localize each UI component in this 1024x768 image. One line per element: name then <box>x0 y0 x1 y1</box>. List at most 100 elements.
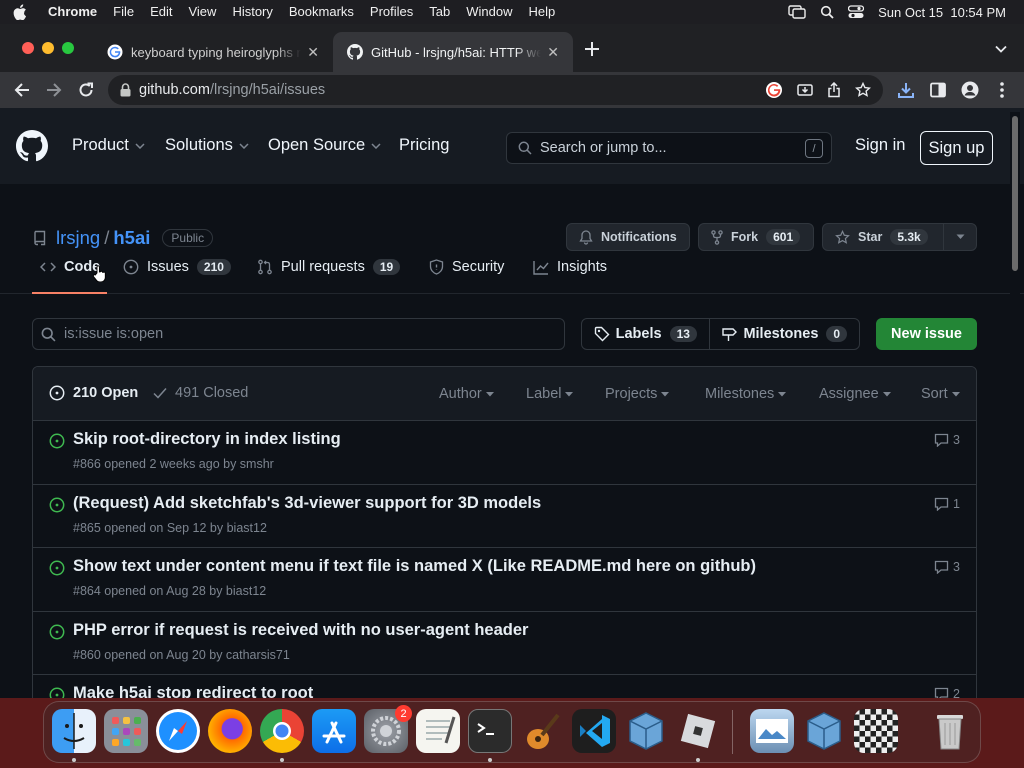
chess-icon[interactable] <box>854 709 898 753</box>
filter-milestones[interactable]: Milestones <box>705 386 787 402</box>
roblox-icon[interactable] <box>676 709 720 753</box>
textedit-icon[interactable] <box>416 709 460 753</box>
issue-filter-input[interactable]: is:issue is:open <box>32 318 565 350</box>
close-tab-icon[interactable]: ✕ <box>307 44 319 61</box>
trash-icon[interactable] <box>928 709 972 753</box>
star-button[interactable]: Star 5.3k <box>822 223 977 251</box>
finder-icon[interactable] <box>52 709 96 753</box>
spotlight-search-icon[interactable] <box>820 5 834 19</box>
issue-title-link[interactable]: Make h5ai stop redirect to root <box>73 684 313 698</box>
nav-solutions[interactable]: Solutions <box>165 136 249 155</box>
browser-tab-active[interactable]: GitHub - lrsjng/h5ai: HTTP web ✕ <box>333 32 573 72</box>
menubar-app-name[interactable]: Chrome <box>40 0 105 24</box>
sign-up-button[interactable]: Sign up <box>920 131 993 165</box>
new-issue-button[interactable]: New issue <box>876 318 977 350</box>
firefox-icon[interactable] <box>208 709 252 753</box>
close-window-button[interactable] <box>22 42 34 54</box>
virtualbox-icon[interactable] <box>624 709 668 753</box>
menu-window[interactable]: Window <box>458 0 520 24</box>
filter-label[interactable]: Label <box>526 386 574 402</box>
reload-icon[interactable] <box>76 80 96 100</box>
issue-row[interactable]: Skip root-directory in index listing #86… <box>33 421 976 485</box>
vscode-icon[interactable] <box>572 709 616 753</box>
nav-open-source[interactable]: Open Source <box>268 136 381 155</box>
comments-link[interactable]: 3 <box>934 560 960 574</box>
apple-icon[interactable] <box>0 4 40 20</box>
install-app-icon[interactable] <box>797 82 813 98</box>
close-tab-icon[interactable]: ✕ <box>547 44 559 61</box>
closed-issues-filter[interactable]: 491 Closed <box>153 385 248 401</box>
menu-tab[interactable]: Tab <box>421 0 458 24</box>
repo-owner-link[interactable]: lrsjng <box>56 227 100 249</box>
open-issues-filter[interactable]: 210 Open <box>49 385 138 401</box>
comments-link[interactable]: 2 <box>934 687 960 698</box>
triangle-down-icon[interactable] <box>956 234 965 240</box>
issue-row[interactable]: Make h5ai stop redirect to root 2 <box>33 675 976 698</box>
tab-insights[interactable]: Insights <box>533 259 607 275</box>
fork-button[interactable]: Fork 601 <box>698 223 814 251</box>
issue-title-link[interactable]: PHP error if request is received with no… <box>73 621 528 640</box>
control-center-icon[interactable] <box>848 5 865 19</box>
comments-link[interactable]: 3 <box>934 433 960 447</box>
issue-title-link[interactable]: Skip root-directory in index listing <box>73 430 341 449</box>
side-panel-icon[interactable] <box>928 80 948 100</box>
terminal-icon[interactable] <box>468 709 512 753</box>
milestones-button[interactable]: Milestones 0 <box>710 319 859 349</box>
profile-avatar-icon[interactable] <box>960 80 980 100</box>
notifications-button[interactable]: Notifications <box>566 223 690 251</box>
search-input[interactable]: Search or jump to... / <box>506 132 832 164</box>
garageband-icon[interactable] <box>520 709 564 753</box>
tab-security[interactable]: Security <box>429 259 504 275</box>
downloads-icon[interactable] <box>896 80 916 100</box>
address-bar[interactable]: github.com/lrsjng/h5ai/issues <box>108 75 883 105</box>
zoom-window-button[interactable] <box>62 42 74 54</box>
menu-help[interactable]: Help <box>521 0 564 24</box>
menu-history[interactable]: History <box>224 0 280 24</box>
menu-edit[interactable]: Edit <box>142 0 180 24</box>
tab-search-chevron-icon[interactable] <box>995 45 1007 53</box>
menu-view[interactable]: View <box>180 0 224 24</box>
launchpad-icon[interactable] <box>104 709 148 753</box>
menubar-clock[interactable]: Sun Oct 15 10:54 PM <box>878 5 1006 20</box>
browser-tab[interactable]: keyboard typing heiroglyphs m ✕ <box>93 32 333 72</box>
tab-pull-requests[interactable]: Pull requests 19 <box>257 259 401 275</box>
safari-icon[interactable] <box>156 709 200 753</box>
screen-mirroring-icon[interactable] <box>788 5 806 19</box>
forward-icon[interactable] <box>44 80 64 100</box>
nav-product[interactable]: Product <box>72 136 145 155</box>
system-settings-icon[interactable]: 2 <box>364 705 412 753</box>
tab-issues[interactable]: Issues 210 <box>123 259 231 275</box>
page-scrollbar[interactable] <box>1010 112 1020 697</box>
preview-icon[interactable] <box>750 709 794 753</box>
comments-link[interactable]: 1 <box>934 497 960 511</box>
filter-projects[interactable]: Projects <box>605 386 670 402</box>
issue-row[interactable]: PHP error if request is received with no… <box>33 612 976 675</box>
lock-icon[interactable] <box>120 83 131 97</box>
kebab-menu-icon[interactable] <box>992 80 1012 100</box>
new-tab-icon[interactable] <box>584 41 600 57</box>
issue-row[interactable]: (Request) Add sketchfab's 3d-viewer supp… <box>33 485 976 548</box>
chrome-icon[interactable] <box>260 709 304 753</box>
menu-profiles[interactable]: Profiles <box>362 0 421 24</box>
menu-file[interactable]: File <box>105 0 142 24</box>
filter-author[interactable]: Author <box>439 386 494 402</box>
virtualbox-vm-icon[interactable] <box>802 709 846 753</box>
share-icon[interactable] <box>827 82 841 98</box>
scrollbar-thumb[interactable] <box>1012 116 1018 271</box>
issue-title-link[interactable]: Show text under content menu if text fil… <box>73 557 756 576</box>
bookmark-star-icon[interactable] <box>855 82 871 98</box>
back-icon[interactable] <box>12 80 32 100</box>
repo-name-link[interactable]: h5ai <box>113 227 150 249</box>
filter-assignee[interactable]: Assignee <box>819 386 891 402</box>
google-lens-icon[interactable] <box>765 81 783 99</box>
github-logo-icon[interactable] <box>16 130 48 162</box>
labels-button[interactable]: Labels 13 <box>582 319 710 349</box>
menu-bookmarks[interactable]: Bookmarks <box>281 0 362 24</box>
issue-title-link[interactable]: (Request) Add sketchfab's 3d-viewer supp… <box>73 494 541 513</box>
issue-row[interactable]: Show text under content menu if text fil… <box>33 548 976 612</box>
minimize-window-button[interactable] <box>42 42 54 54</box>
filter-sort[interactable]: Sort <box>921 386 960 402</box>
nav-pricing[interactable]: Pricing <box>399 136 449 155</box>
sign-in-link[interactable]: Sign in <box>855 136 905 155</box>
app-store-icon[interactable] <box>312 709 356 753</box>
